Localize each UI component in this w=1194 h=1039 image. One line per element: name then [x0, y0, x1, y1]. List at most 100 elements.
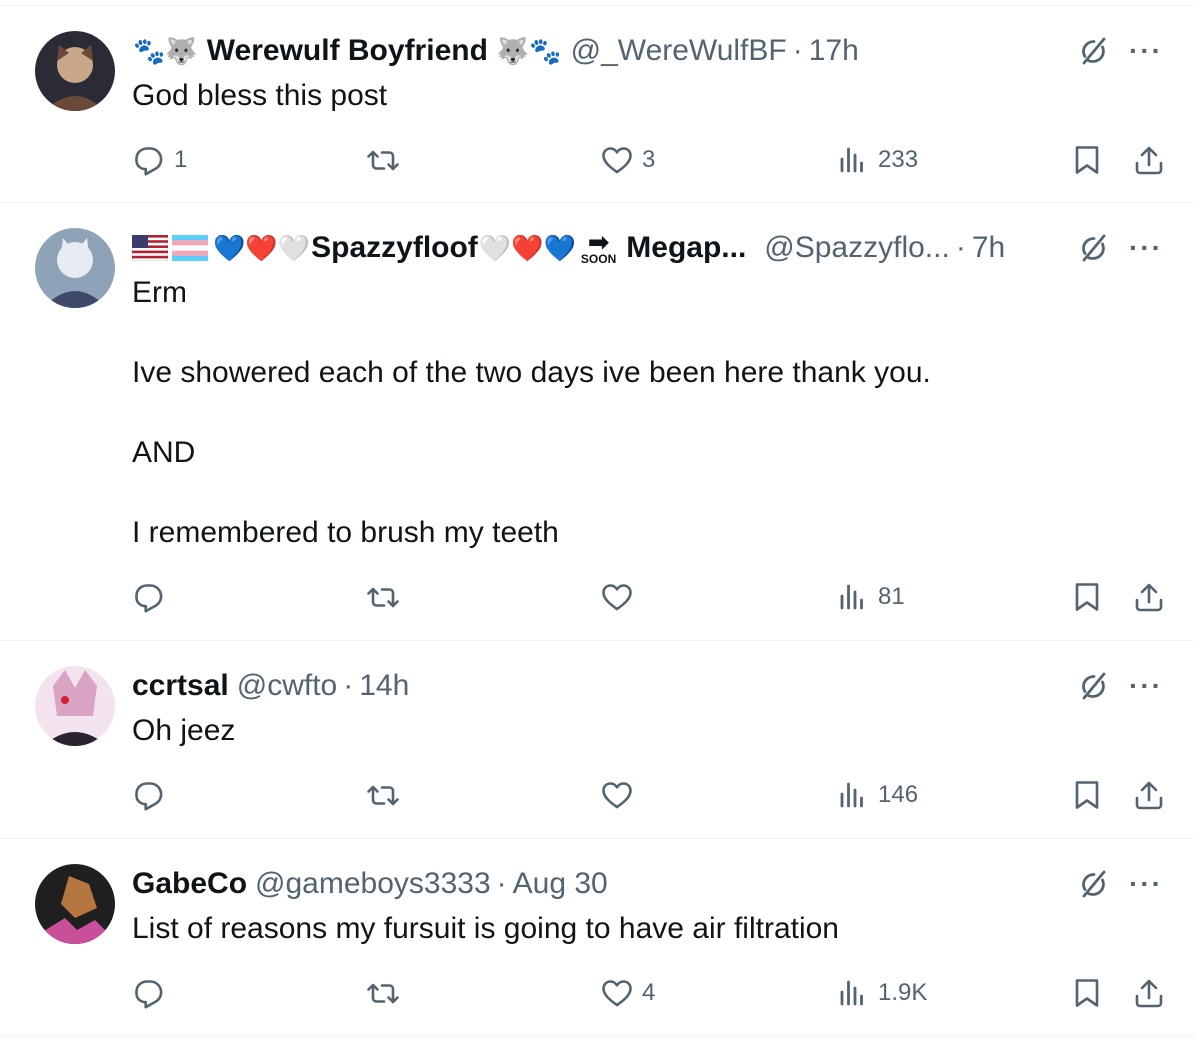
display-name[interactable]: ccrtsal [132, 669, 229, 703]
separator-dot: · [955, 231, 966, 264]
display-name[interactable]: 🐾🐺 Werewulf Boyfriend 🐺🐾 [132, 34, 563, 68]
timestamp[interactable]: 14h [359, 669, 409, 703]
soon-arrow-icon: ➡ SOON [580, 227, 617, 266]
timestamp[interactable]: Aug 30 [513, 867, 608, 901]
tweet[interactable]: 🐾🐺 Werewulf Boyfriend 🐺🐾 @_WereWulfBF · … [0, 5, 1194, 203]
tweet-header: 💙❤️🤍 Spazzyfloof 🤍❤️💙 ➡ SOON Megap... @Sp… [132, 228, 1005, 268]
reply-button[interactable]: 1 [132, 140, 187, 180]
action-bar: 1 3 233 [132, 140, 1172, 180]
display-name-extra: Megap... [626, 231, 747, 264]
more-icon[interactable]: ··· [1128, 230, 1164, 266]
tweet-header: ccrtsal @cwfto · 14h [132, 666, 409, 706]
reply-button[interactable] [132, 973, 174, 1013]
views-icon [840, 147, 863, 173]
more-icon[interactable]: ··· [1128, 668, 1164, 704]
retweet-button[interactable] [366, 577, 408, 617]
bookmark-icon [1075, 979, 1099, 1007]
reply-button[interactable] [132, 577, 174, 617]
grok-icon[interactable] [1076, 866, 1112, 902]
more-icon[interactable]: ··· [1128, 866, 1164, 902]
handle[interactable]: @_WereWulfBF [571, 34, 787, 68]
name-emoji-suffix: 🐺🐾 [496, 36, 562, 66]
tweet-text: God bless this post [132, 79, 388, 112]
like-button[interactable]: 3 [600, 140, 655, 180]
view-count: 81 [878, 583, 905, 610]
avatar[interactable] [35, 31, 115, 111]
name-emoji-prefix: 🐾🐺 [133, 36, 198, 66]
share-button[interactable] [1132, 140, 1166, 180]
like-count: 3 [642, 146, 656, 173]
trans-flag-icon [172, 235, 208, 261]
display-name[interactable]: 💙❤️🤍 Spazzyfloof 🤍❤️💙 ➡ SOON Megap... [132, 227, 747, 266]
name-emoji-prefix: 💙❤️🤍 [213, 233, 311, 263]
views-button[interactable]: 1.9K [836, 973, 927, 1013]
retweet-button[interactable] [366, 973, 408, 1013]
view-count: 233 [878, 146, 919, 173]
timestamp[interactable]: 17h [809, 34, 859, 68]
reply-icon [135, 980, 163, 1009]
views-button[interactable]: 146 [836, 775, 918, 815]
share-icon [1135, 781, 1163, 810]
share-icon [1135, 583, 1163, 612]
like-button[interactable]: 4 [600, 973, 655, 1013]
reply-feed: 🐾🐺 Werewulf Boyfriend 🐺🐾 @_WereWulfBF · … [0, 0, 1194, 1039]
tweet-text: List of reasons my fursuit is going to h… [132, 912, 839, 945]
reply-button[interactable] [132, 775, 174, 815]
timestamp[interactable]: 7h [972, 231, 1005, 265]
share-button[interactable] [1132, 577, 1166, 617]
retweet-button[interactable] [366, 775, 408, 815]
separator-dot: · [496, 867, 507, 900]
tweet[interactable]: ccrtsal @cwfto · 14h ··· Oh jeez 146 [0, 641, 1194, 839]
reply-icon [135, 147, 163, 176]
us-flag-icon [132, 235, 168, 261]
grok-icon[interactable] [1076, 230, 1112, 266]
action-bar: 81 [132, 577, 1172, 617]
share-button[interactable] [1132, 973, 1166, 1013]
view-count: 1.9K [878, 979, 928, 1006]
tweet-text: Oh jeez [132, 714, 236, 747]
separator-dot: · [792, 34, 803, 67]
handle[interactable]: @cwfto [237, 669, 337, 703]
views-button[interactable]: 233 [836, 140, 918, 180]
handle[interactable]: @gameboys3333 [255, 867, 491, 901]
share-button[interactable] [1132, 775, 1166, 815]
avatar[interactable] [35, 864, 115, 944]
like-button[interactable] [600, 775, 642, 815]
tweet-header: 🐾🐺 Werewulf Boyfriend 🐺🐾 @_WereWulfBF · … [132, 31, 859, 71]
tweet-text: Erm Ive showered each of the two days iv… [132, 276, 931, 549]
grok-icon[interactable] [1076, 668, 1112, 704]
tweet[interactable]: 💙❤️🤍 Spazzyfloof 🤍❤️💙 ➡ SOON Megap... @Sp… [0, 203, 1194, 641]
bookmark-button[interactable] [1070, 775, 1104, 815]
view-count: 146 [878, 781, 919, 808]
retweet-button[interactable] [366, 140, 408, 180]
avatar[interactable] [35, 666, 115, 746]
tweet-header: GabeCo @gameboys3333 · Aug 30 [132, 864, 608, 904]
bookmark-icon [1075, 583, 1099, 611]
action-bar: 4 1.9K [132, 973, 1172, 1013]
bookmark-button[interactable] [1070, 973, 1104, 1013]
retweet-icon [367, 587, 399, 608]
heart-icon [602, 584, 632, 611]
bookmark-icon [1075, 781, 1099, 809]
avatar[interactable] [35, 228, 115, 308]
grok-icon[interactable] [1076, 33, 1112, 69]
views-icon [840, 584, 863, 610]
more-icon[interactable]: ··· [1128, 33, 1164, 69]
retweet-icon [367, 150, 399, 171]
heart-icon [602, 980, 632, 1007]
bookmark-button[interactable] [1070, 140, 1104, 180]
handle[interactable]: @Spazzyflo... [764, 231, 950, 265]
bookmark-button[interactable] [1070, 577, 1104, 617]
views-icon [840, 980, 863, 1006]
views-button[interactable]: 81 [836, 577, 905, 617]
tweet[interactable]: GabeCo @gameboys3333 · Aug 30 ··· List o… [0, 839, 1194, 1037]
display-name[interactable]: GabeCo [132, 867, 247, 901]
like-count: 4 [642, 979, 656, 1006]
like-button[interactable] [600, 577, 642, 617]
views-icon [840, 782, 863, 808]
name-emoji-suffix: 🤍❤️💙 [478, 233, 576, 263]
retweet-icon [367, 785, 399, 806]
heart-icon [602, 782, 632, 809]
heart-icon [602, 147, 632, 174]
bookmark-icon [1075, 146, 1099, 174]
